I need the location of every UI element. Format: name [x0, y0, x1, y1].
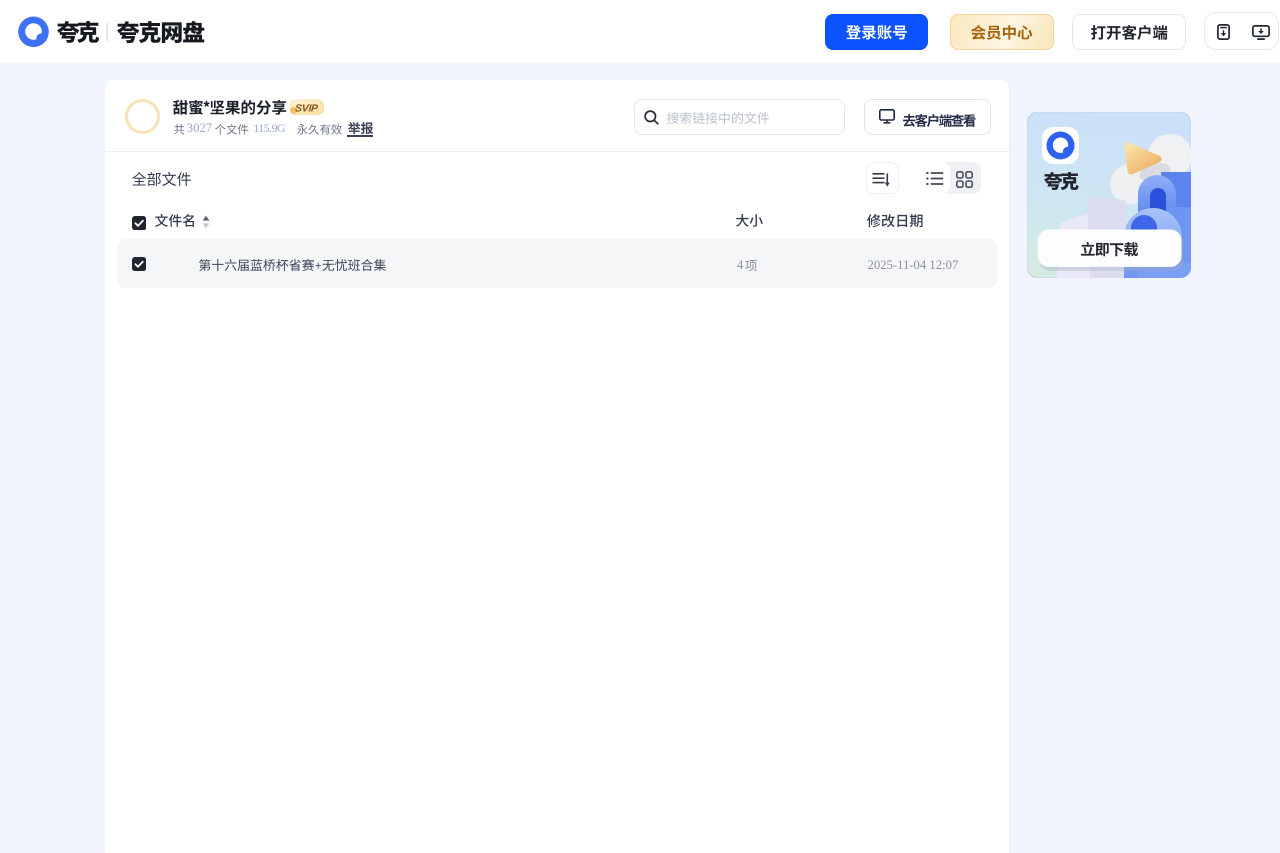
svg-text:SVIP: SVIP — [294, 103, 318, 114]
